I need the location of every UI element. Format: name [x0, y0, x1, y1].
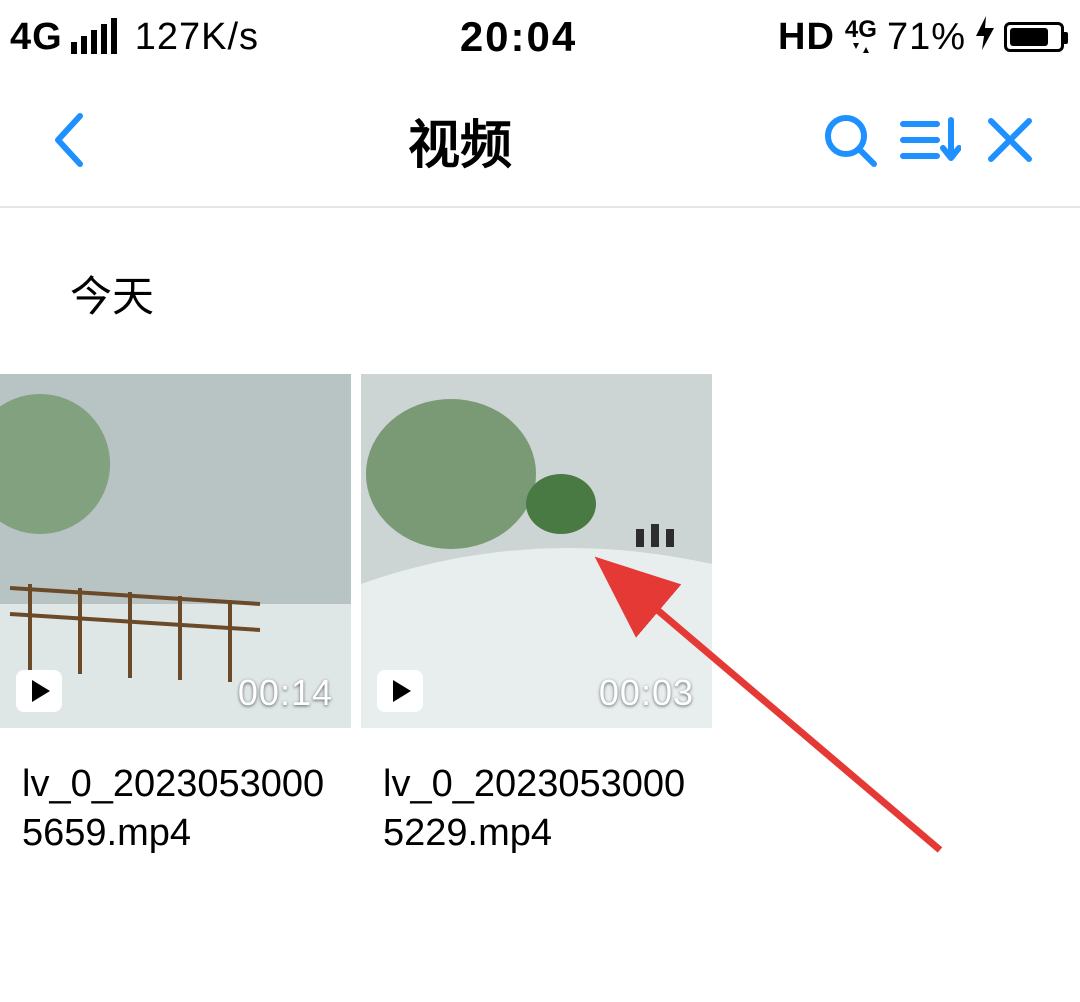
- sort-button[interactable]: [890, 100, 970, 180]
- play-icon: [377, 670, 423, 712]
- hd-indicator: HD: [778, 16, 835, 59]
- play-icon: [16, 670, 62, 712]
- battery-icon: [1004, 22, 1064, 52]
- signal-strength-icon: [71, 20, 117, 54]
- section-header-today: 今天: [0, 208, 1080, 374]
- status-time: 20:04: [259, 13, 778, 61]
- status-right: HD 4G 71%: [778, 16, 1064, 59]
- video-duration: 00:03: [599, 672, 694, 714]
- charging-icon: [976, 16, 994, 59]
- back-button[interactable]: [30, 100, 110, 180]
- data-rate: 127K/s: [125, 16, 259, 59]
- battery-percent: 71%: [887, 16, 966, 59]
- close-button[interactable]: [970, 100, 1050, 180]
- video-thumbnail[interactable]: 00:03: [361, 374, 712, 728]
- video-item[interactable]: 00:03 lv_0_20230530005229.mp4: [361, 374, 712, 859]
- page-title: 视频: [110, 103, 810, 178]
- app-bar: 视频: [0, 74, 1080, 208]
- network-type: 4G: [10, 16, 63, 59]
- video-thumbnail[interactable]: 00:14: [0, 374, 351, 728]
- status-left: 4G 127K/s: [10, 16, 259, 59]
- secondary-network-icon: 4G: [845, 19, 877, 55]
- video-filename: lv_0_20230530005229.mp4: [361, 728, 691, 859]
- video-duration: 00:14: [238, 672, 333, 714]
- video-filename: lv_0_20230530005659.mp4: [0, 728, 330, 859]
- video-grid: 00:14 lv_0_20230530005659.mp4 00:03 lv_0…: [0, 374, 1080, 859]
- search-button[interactable]: [810, 100, 890, 180]
- video-item[interactable]: 00:14 lv_0_20230530005659.mp4: [0, 374, 351, 859]
- status-bar: 4G 127K/s 20:04 HD 4G 71%: [0, 0, 1080, 74]
